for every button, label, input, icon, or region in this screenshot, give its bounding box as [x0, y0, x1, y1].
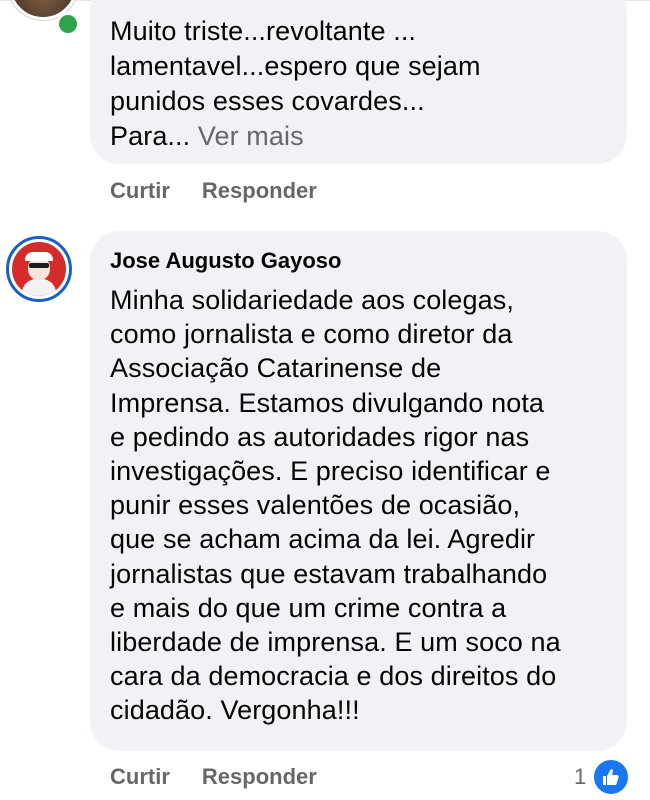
comment-line: investigações. E preciso identificar e: [110, 456, 551, 487]
comment-last-line: Para... Ver mais: [110, 119, 610, 154]
comment-line: Muito triste...revoltante ...: [110, 16, 417, 46]
comment-line: punir esses valentões de ocasião,: [110, 490, 521, 521]
like-icon: [592, 758, 631, 796]
truncated-text: Para...: [110, 121, 191, 151]
avatar-badge-logo: [12, 242, 66, 296]
comment-line: Minha solidariedade aos colegas,: [110, 285, 514, 315]
comment-line: Associação Catarinense de: [110, 353, 442, 384]
comment-text: Minha solidariedade aos colegas, como jo…: [110, 283, 620, 728]
reply-button[interactable]: Responder: [202, 764, 317, 790]
comment-author-name[interactable]: Jose Augusto Gayoso: [110, 248, 341, 274]
comment-text: Muito triste...revoltante ... lamentavel…: [110, 14, 610, 154]
comment-line: liberdade de imprensa. E um soco na: [110, 627, 561, 658]
comment-line: e pedindo as autoridades rigor nas: [110, 421, 530, 452]
comment-line: lamentavel...espero que sejam: [110, 51, 481, 81]
avatar[interactable]: [6, 236, 72, 302]
like-button[interactable]: Curtir: [110, 178, 170, 204]
comment-actions: Curtir Responder: [110, 178, 317, 204]
comment-actions: Curtir Responder: [110, 764, 317, 790]
see-more-link[interactable]: Ver mais: [198, 121, 304, 151]
online-status-icon: [56, 12, 80, 36]
like-button[interactable]: Curtir: [110, 764, 170, 790]
comment-line: como jornalista e como diretor da: [110, 319, 513, 350]
reply-button[interactable]: Responder: [202, 178, 317, 204]
comment-line: que se acham acima da lei. Agredir: [110, 524, 536, 555]
comment-line: punidos esses covardes...: [110, 86, 425, 116]
comment-line: Imprensa. Estamos divulgando nota: [110, 387, 545, 418]
reaction-count: 1: [574, 764, 587, 789]
comment-line: e mais do que um crime contra a: [110, 592, 507, 623]
reaction-summary[interactable]: 1: [574, 758, 631, 796]
comment-line: cara da democracia e dos direitos do: [110, 661, 557, 692]
comment-line: jornalistas que estavam trabalhando: [110, 558, 548, 589]
comment-line: cidadão. Vergonha!!!: [110, 695, 360, 726]
